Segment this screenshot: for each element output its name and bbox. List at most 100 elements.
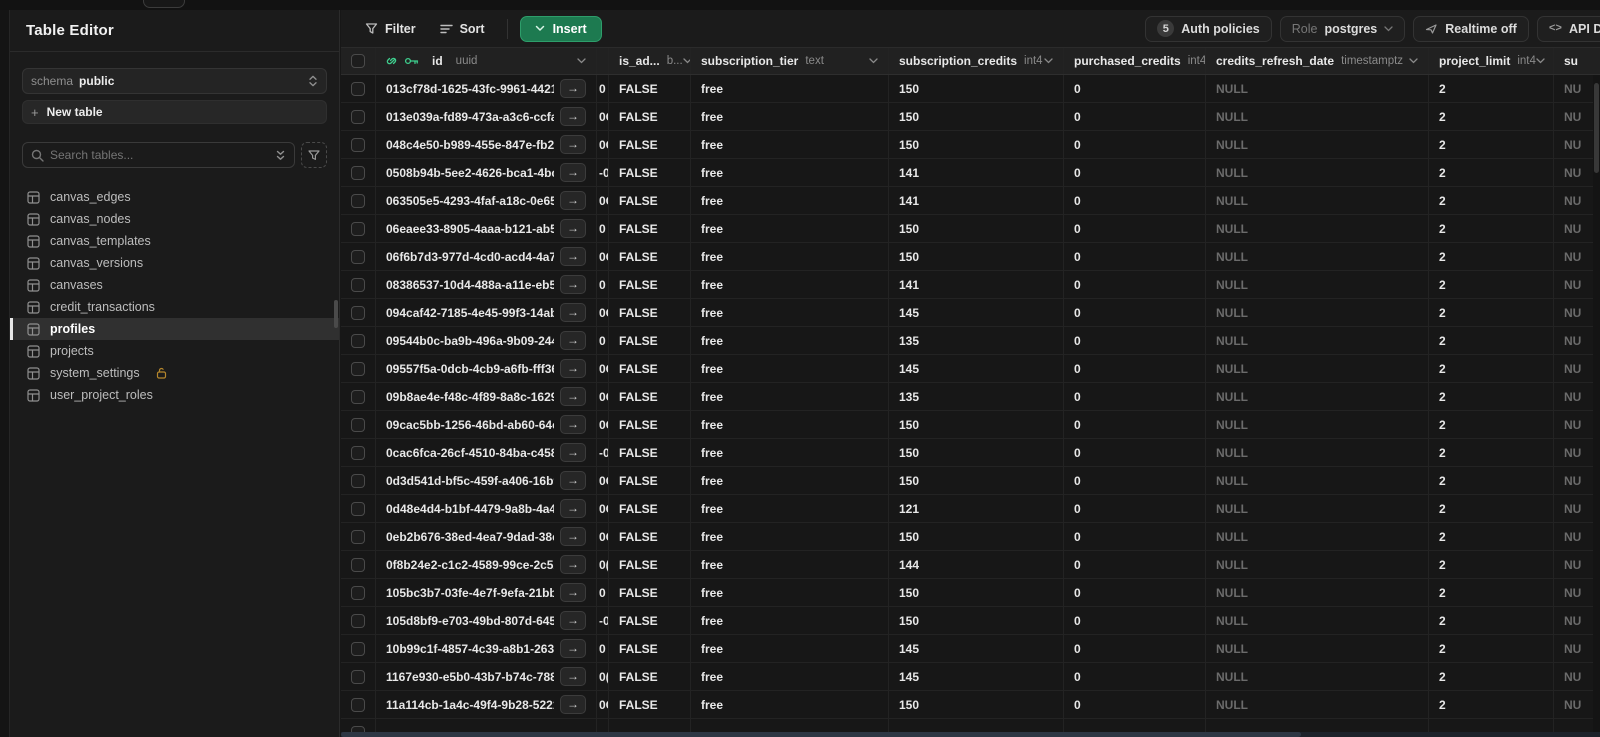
- cell-id[interactable]: 0cac6fca-26cf-4510-84ba-c4580... →: [376, 439, 597, 466]
- cell-subscription-tier[interactable]: free: [691, 215, 889, 242]
- sidebar-item-credit_transactions[interactable]: credit_transactions: [10, 296, 339, 318]
- column-header-is-admin[interactable]: is_ad... b...: [609, 48, 691, 74]
- cell-subscription-credits[interactable]: 135: [889, 327, 1064, 354]
- column-header-subscription-credits[interactable]: subscription_credits int4: [889, 48, 1064, 74]
- cell-subscription-tier[interactable]: free: [691, 691, 889, 718]
- cell-purchased-credits[interactable]: 0: [1064, 131, 1206, 158]
- cell-id[interactable]: 09544b0c-ba9b-496a-9b09-244... →: [376, 327, 597, 354]
- cell-subscription-tier[interactable]: free: [691, 243, 889, 270]
- row-checkbox[interactable]: [351, 417, 365, 432]
- cell-credits-refresh-date[interactable]: NULL: [1206, 327, 1429, 354]
- column-header-id[interactable]: id uuid: [376, 48, 597, 74]
- cell-is-admin[interactable]: FALSE: [609, 467, 691, 494]
- cell-id[interactable]: 09557f5a-0dcb-4cb9-a6fb-fff366... →: [376, 355, 597, 382]
- row-checkbox[interactable]: [351, 305, 365, 320]
- cell-subscription-credits[interactable]: 150: [889, 243, 1064, 270]
- cell-credits-refresh-date[interactable]: NULL: [1206, 131, 1429, 158]
- cell-id[interactable]: 013e039a-fd89-473a-a3c6-ccfa9... →: [376, 103, 597, 130]
- chevron-down-icon[interactable]: [869, 58, 878, 64]
- expand-row-button[interactable]: →: [560, 499, 586, 518]
- cell-is-admin[interactable]: FALSE: [609, 271, 691, 298]
- sort-button[interactable]: Sort: [430, 16, 495, 42]
- cell-id[interactable]: 0eb2b676-38ed-4ea7-9dad-38e6... →: [376, 523, 597, 550]
- expand-row-button[interactable]: →: [560, 303, 586, 322]
- row-checkbox[interactable]: [351, 361, 365, 376]
- cell-is-admin[interactable]: FALSE: [609, 159, 691, 186]
- cell-subscription-tier[interactable]: free: [691, 75, 889, 102]
- sidebar-item-canvas_nodes[interactable]: canvas_nodes: [10, 208, 339, 230]
- cell-subscription-tier[interactable]: free: [691, 663, 889, 690]
- row-checkbox[interactable]: [351, 585, 365, 600]
- cell-purchased-credits[interactable]: 0: [1064, 439, 1206, 466]
- cell-purchased-credits[interactable]: 0: [1064, 691, 1206, 718]
- cell-credits-refresh-date[interactable]: NULL: [1206, 159, 1429, 186]
- row-checkbox[interactable]: [351, 137, 365, 152]
- expand-row-button[interactable]: →: [560, 443, 586, 462]
- cell-project-limit[interactable]: 2: [1429, 523, 1554, 550]
- row-checkbox[interactable]: [351, 81, 365, 96]
- cell-is-admin[interactable]: FALSE: [609, 663, 691, 690]
- cell-project-limit[interactable]: 2: [1429, 159, 1554, 186]
- filter-button[interactable]: Filter: [355, 16, 426, 42]
- search-tables-input[interactable]: [50, 148, 269, 162]
- cell-credits-refresh-date[interactable]: NULL: [1206, 635, 1429, 662]
- expand-row-button[interactable]: →: [560, 387, 586, 406]
- new-table-button[interactable]: + New table: [22, 100, 327, 124]
- cell-subscription-tier[interactable]: free: [691, 523, 889, 550]
- row-checkbox[interactable]: [351, 641, 365, 656]
- sidebar-item-canvases[interactable]: canvases: [10, 274, 339, 296]
- cell-project-limit[interactable]: 2: [1429, 551, 1554, 578]
- cell-credits-refresh-date[interactable]: NULL: [1206, 523, 1429, 550]
- cell-subscription-credits[interactable]: 150: [889, 103, 1064, 130]
- cell-is-admin[interactable]: FALSE: [609, 439, 691, 466]
- cell-purchased-credits[interactable]: 0: [1064, 187, 1206, 214]
- cell-subscription-credits[interactable]: 150: [889, 579, 1064, 606]
- column-header-clipped-right[interactable]: su: [1554, 48, 1600, 74]
- cell-project-limit[interactable]: 2: [1429, 215, 1554, 242]
- cell-subscription-tier[interactable]: free: [691, 355, 889, 382]
- cell-project-limit[interactable]: 2: [1429, 691, 1554, 718]
- cell-purchased-credits[interactable]: 0: [1064, 411, 1206, 438]
- insert-button[interactable]: Insert: [519, 15, 602, 42]
- cell-is-admin[interactable]: FALSE: [609, 327, 691, 354]
- cell-subscription-tier[interactable]: free: [691, 551, 889, 578]
- cell-id[interactable]: 06eaee33-8905-4aaa-b121-ab552... →: [376, 215, 597, 242]
- expand-row-button[interactable]: →: [560, 555, 586, 574]
- horizontal-scrollbar[interactable]: [341, 732, 1600, 737]
- expand-row-button[interactable]: →: [560, 611, 586, 630]
- cell-is-admin[interactable]: FALSE: [609, 523, 691, 550]
- expand-row-button[interactable]: →: [560, 79, 586, 98]
- cell-subscription-credits[interactable]: 150: [889, 691, 1064, 718]
- cell-project-limit[interactable]: 2: [1429, 579, 1554, 606]
- cell-purchased-credits[interactable]: 0: [1064, 607, 1206, 634]
- row-checkbox[interactable]: [351, 529, 365, 544]
- cell-id[interactable]: 0d3d541d-bf5c-459f-a406-16b93... →: [376, 467, 597, 494]
- cell-is-admin[interactable]: FALSE: [609, 131, 691, 158]
- vertical-scrollbar[interactable]: [1593, 75, 1600, 737]
- column-header-credits-refresh-date[interactable]: credits_refresh_date timestamptz: [1206, 48, 1429, 74]
- cell-id[interactable]: 11a114cb-1a4c-49f4-9b28-52219ec... →: [376, 691, 597, 718]
- expand-row-button[interactable]: →: [560, 275, 586, 294]
- select-all-checkbox[interactable]: [351, 54, 365, 68]
- cell-id[interactable]: 1167e930-e5b0-43b7-b74c-788c9... →: [376, 663, 597, 690]
- cell-id[interactable]: 06f6b7d3-977d-4cd0-acd4-4a78... →: [376, 243, 597, 270]
- cell-project-limit[interactable]: 2: [1429, 355, 1554, 382]
- cell-subscription-tier[interactable]: free: [691, 495, 889, 522]
- cell-subscription-tier[interactable]: free: [691, 103, 889, 130]
- cell-project-limit[interactable]: 2: [1429, 131, 1554, 158]
- cell-subscription-credits[interactable]: 145: [889, 635, 1064, 662]
- expand-row-button[interactable]: →: [560, 359, 586, 378]
- row-checkbox[interactable]: [351, 221, 365, 236]
- cell-credits-refresh-date[interactable]: NULL: [1206, 355, 1429, 382]
- row-checkbox[interactable]: [351, 333, 365, 348]
- cell-credits-refresh-date[interactable]: NULL: [1206, 495, 1429, 522]
- cell-purchased-credits[interactable]: 0: [1064, 327, 1206, 354]
- sidebar-item-profiles[interactable]: profiles: [10, 318, 339, 340]
- row-checkbox[interactable]: [351, 501, 365, 516]
- expand-row-button[interactable]: →: [560, 247, 586, 266]
- cell-project-limit[interactable]: 2: [1429, 103, 1554, 130]
- row-checkbox[interactable]: [351, 473, 365, 488]
- chevron-down-icon[interactable]: [1409, 58, 1418, 64]
- cell-project-limit[interactable]: 2: [1429, 411, 1554, 438]
- chevron-down-icon[interactable]: [683, 58, 690, 64]
